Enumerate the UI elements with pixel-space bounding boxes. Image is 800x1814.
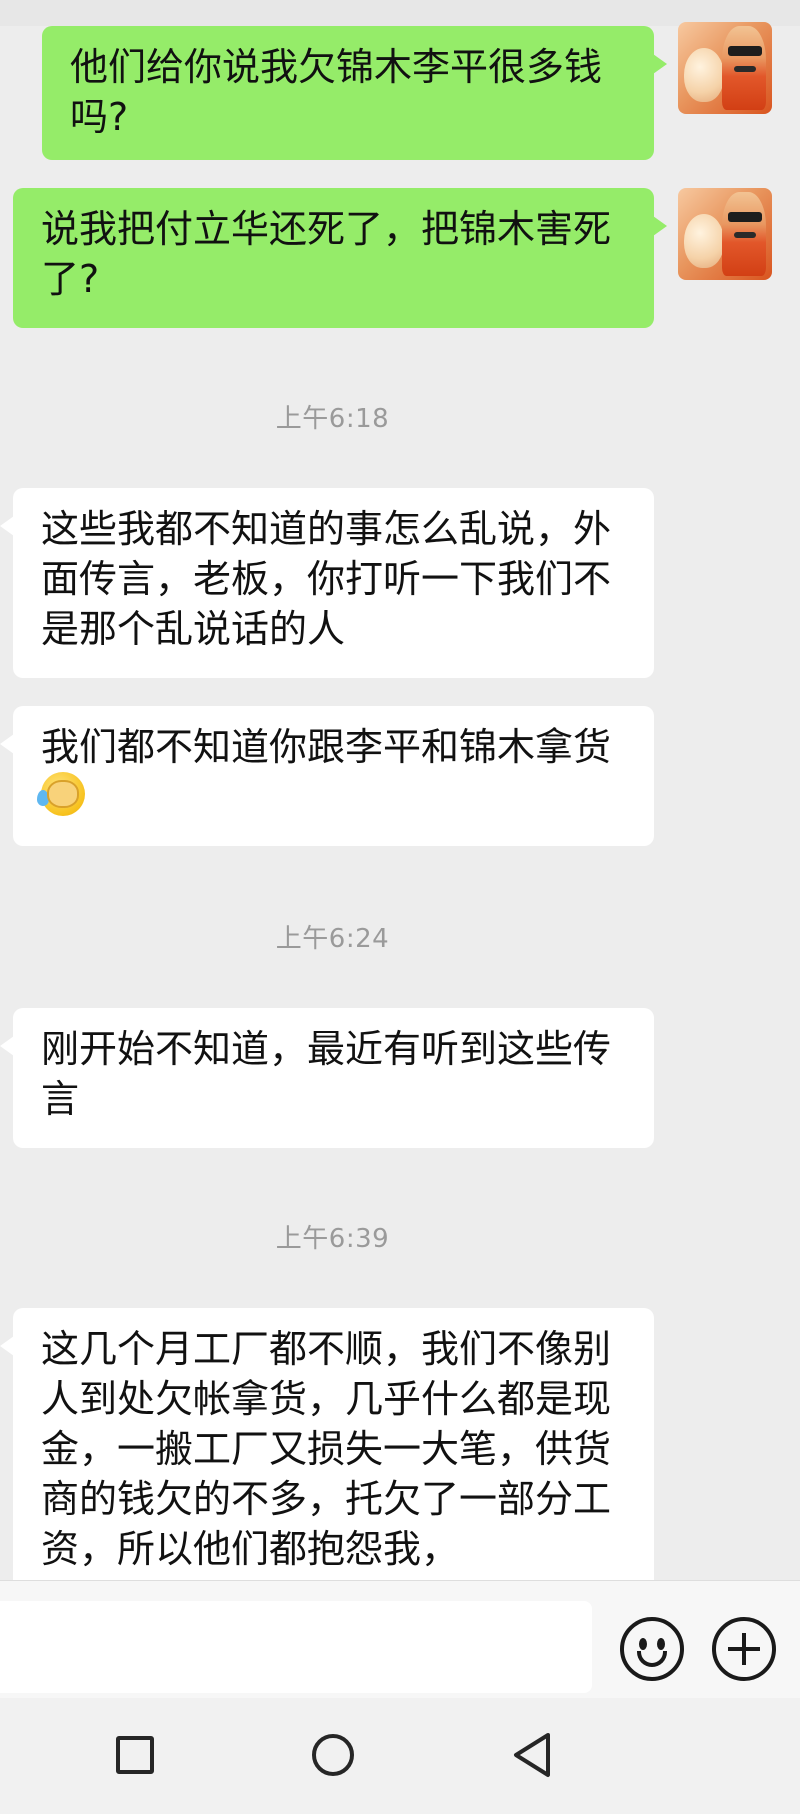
circle-icon[interactable] [312,1734,354,1776]
sent-message[interactable]: 他们给你说我欠锦木李平很多钱吗? [42,26,667,160]
timestamp: 上午6:18 [275,404,390,434]
message-text: 我们都不知道你跟李平和锦木拿货 [41,725,612,769]
system-nav-bar [0,1698,800,1814]
square-icon[interactable] [116,1736,154,1774]
message-input[interactable] [0,1601,592,1693]
top-divider [0,0,800,26]
message-text: 这些我都不知道的事怎么乱说，外面传言，老板，你打听一下我们不是那个乱说话的人 [41,507,612,651]
received-message[interactable]: 我们都不知道你跟李平和锦木拿货 [0,706,654,846]
received-message[interactable]: 这些我都不知道的事怎么乱说，外面传言，老板，你打听一下我们不是那个乱说话的人 [0,488,654,678]
timestamp: 上午6:39 [275,1224,390,1254]
face-palm-crying-emoji [37,772,85,816]
my-avatar[interactable] [678,22,772,114]
smiley-face-icon[interactable] [620,1617,684,1681]
message-text: 说我把付立华还死了，把锦木害死了? [41,207,612,301]
input-bar [0,1580,800,1698]
message-text: 他们给你说我欠锦木李平很多钱吗? [70,45,603,139]
message-text: 这几个月工厂都不顺，我们不像别人到处欠帐拿货，几乎什么都是现金，一搬工厂又损失一… [41,1327,612,1571]
timestamp: 上午6:24 [275,924,390,954]
message-text: 刚开始不知道，最近有听到这些传言 [41,1027,612,1121]
triangle-back-icon[interactable] [512,1732,552,1778]
plus-circle-icon[interactable] [712,1617,776,1681]
chat-area[interactable]: 他们给你说我欠锦木李平很多钱吗? 说我把付立华还死了，把锦木害死了? 上午6:1… [0,0,800,1580]
received-message[interactable]: 刚开始不知道，最近有听到这些传言 [0,1008,654,1148]
received-message[interactable]: 这几个月工厂都不顺，我们不像别人到处欠帐拿货，几乎什么都是现金，一搬工厂又损失一… [0,1308,654,1580]
sent-message[interactable]: 说我把付立华还死了，把锦木害死了? [13,188,667,328]
my-avatar[interactable] [678,188,772,280]
